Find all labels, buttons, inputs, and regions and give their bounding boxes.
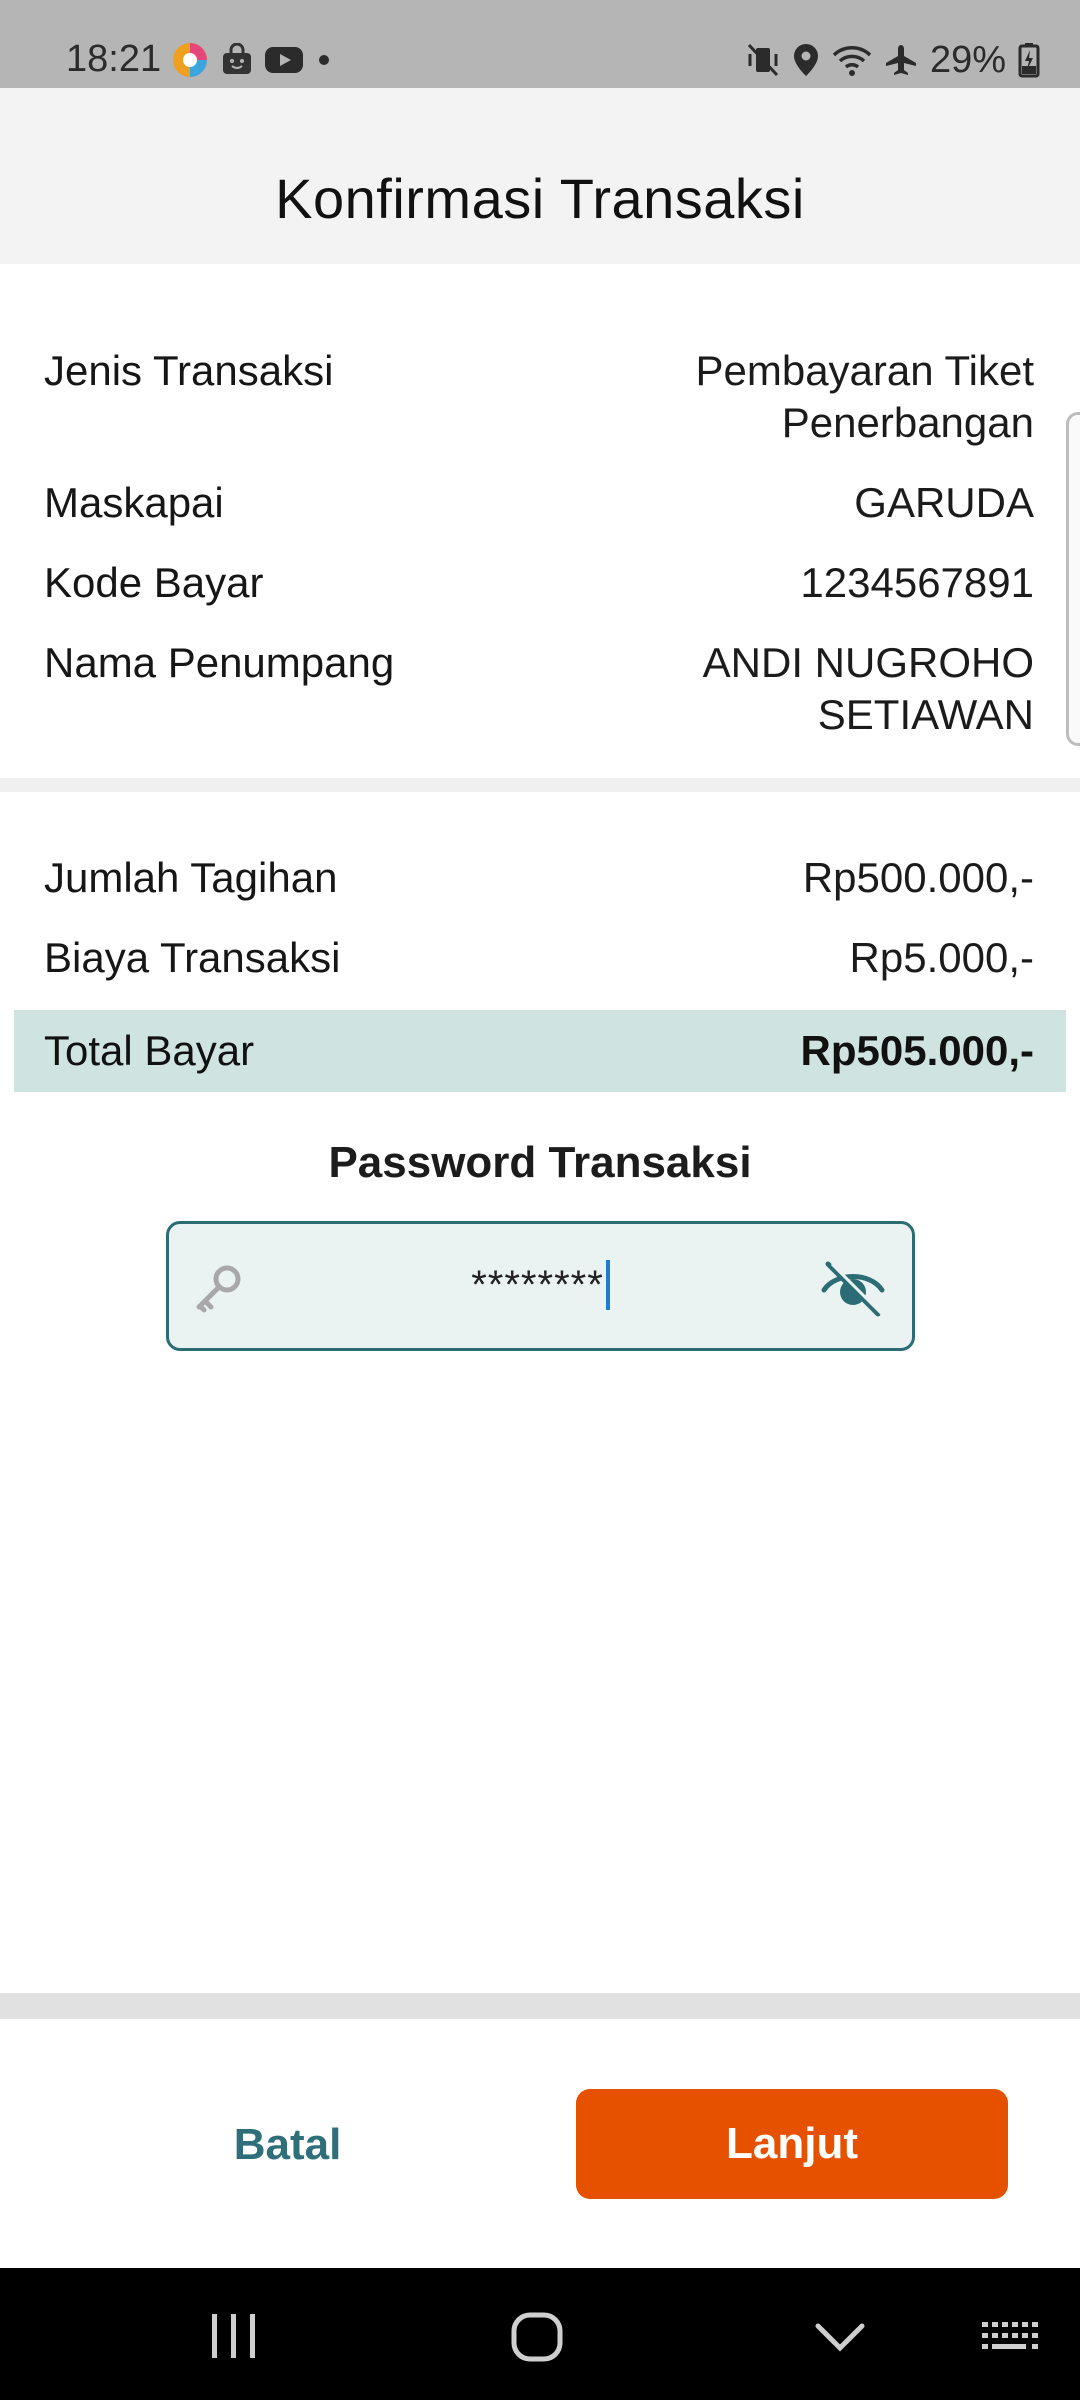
billing-label: Biaya Transaksi [44,934,341,981]
detail-label: Maskapai [44,479,224,526]
total-label: Total Bayar [44,1027,255,1074]
detail-value: 1234567891 [800,559,1034,606]
cancel-button[interactable]: Batal [150,2090,425,2200]
detail-row-transaction-type: Jenis Transaksi Pembayaran Tiket Penerba… [44,345,1034,449]
eye-off-icon[interactable] [818,1254,888,1324]
detail-value: GARUDA [854,479,1034,526]
bottom-divider [0,1993,1080,2019]
system-navigation-bar [0,2268,1080,2400]
status-time: 18:21 [66,38,162,80]
billing-value: Rp5.000,- [849,934,1034,981]
vibrate-mute-icon [747,43,779,77]
recent-apps-icon[interactable] [206,2306,262,2366]
status-right-icons: 29% [746,38,1040,82]
wifi-icon [832,46,872,76]
password-title: Password Transaksi [328,1138,752,1187]
billing-value: Rp500.000,- [802,854,1034,901]
status-bar: 18:21 29% [0,0,1080,88]
location-icon [793,44,818,76]
detail-row-payment-code: Kode Bayar 1234567891 [44,557,1034,609]
status-left-icons [170,40,334,80]
password-masked-text: ******** [471,1263,604,1307]
battery-percentage: 29% [929,38,1006,81]
billing-label: Jumlah Tagihan [44,854,338,901]
total-value: Rp505.000,- [800,1027,1034,1074]
detail-row-passenger-name: Nama Penumpang ANDI NUGROHO SETIAWAN [44,637,1034,741]
section-divider [0,778,1080,792]
detail-label: Nama Penumpang [44,639,395,686]
detail-value: ANDI NUGROHO SETIAWAN [702,639,1034,738]
youtube-icon [265,47,303,73]
battery-charging-icon [1018,43,1040,78]
detail-row-airline: Maskapai GARUDA [44,477,1034,529]
billing-row-amount: Jumlah Tagihan Rp500.000,- [44,852,1034,904]
detail-label: Kode Bayar [44,559,264,606]
airplane-mode-icon [885,45,916,75]
page-title: Konfirmasi Transaksi [275,167,805,230]
detail-label: Jenis Transaksi [44,347,334,394]
detail-value: Pembayaran Tiket Penerbangan [695,347,1034,446]
chevron-down-icon[interactable] [812,2306,868,2366]
dot-icon [319,55,329,65]
next-button[interactable]: Lanjut [576,2089,1008,2199]
home-icon[interactable] [507,2306,567,2366]
shopping-bag-icon [223,43,251,74]
app-header: Konfirmasi Transaksi [0,88,1080,264]
scrollbar-thumb[interactable] [1066,412,1080,746]
browser-app-icon [173,43,207,77]
text-cursor [605,1260,610,1310]
password-value[interactable]: ******** [169,1260,912,1310]
billing-row-fee: Biaya Transaksi Rp5.000,- [44,932,1034,984]
keyboard-icon[interactable] [978,2306,1040,2366]
password-input[interactable]: ******** [166,1221,915,1351]
total-row: Total Bayar Rp505.000,- [14,1010,1066,1092]
